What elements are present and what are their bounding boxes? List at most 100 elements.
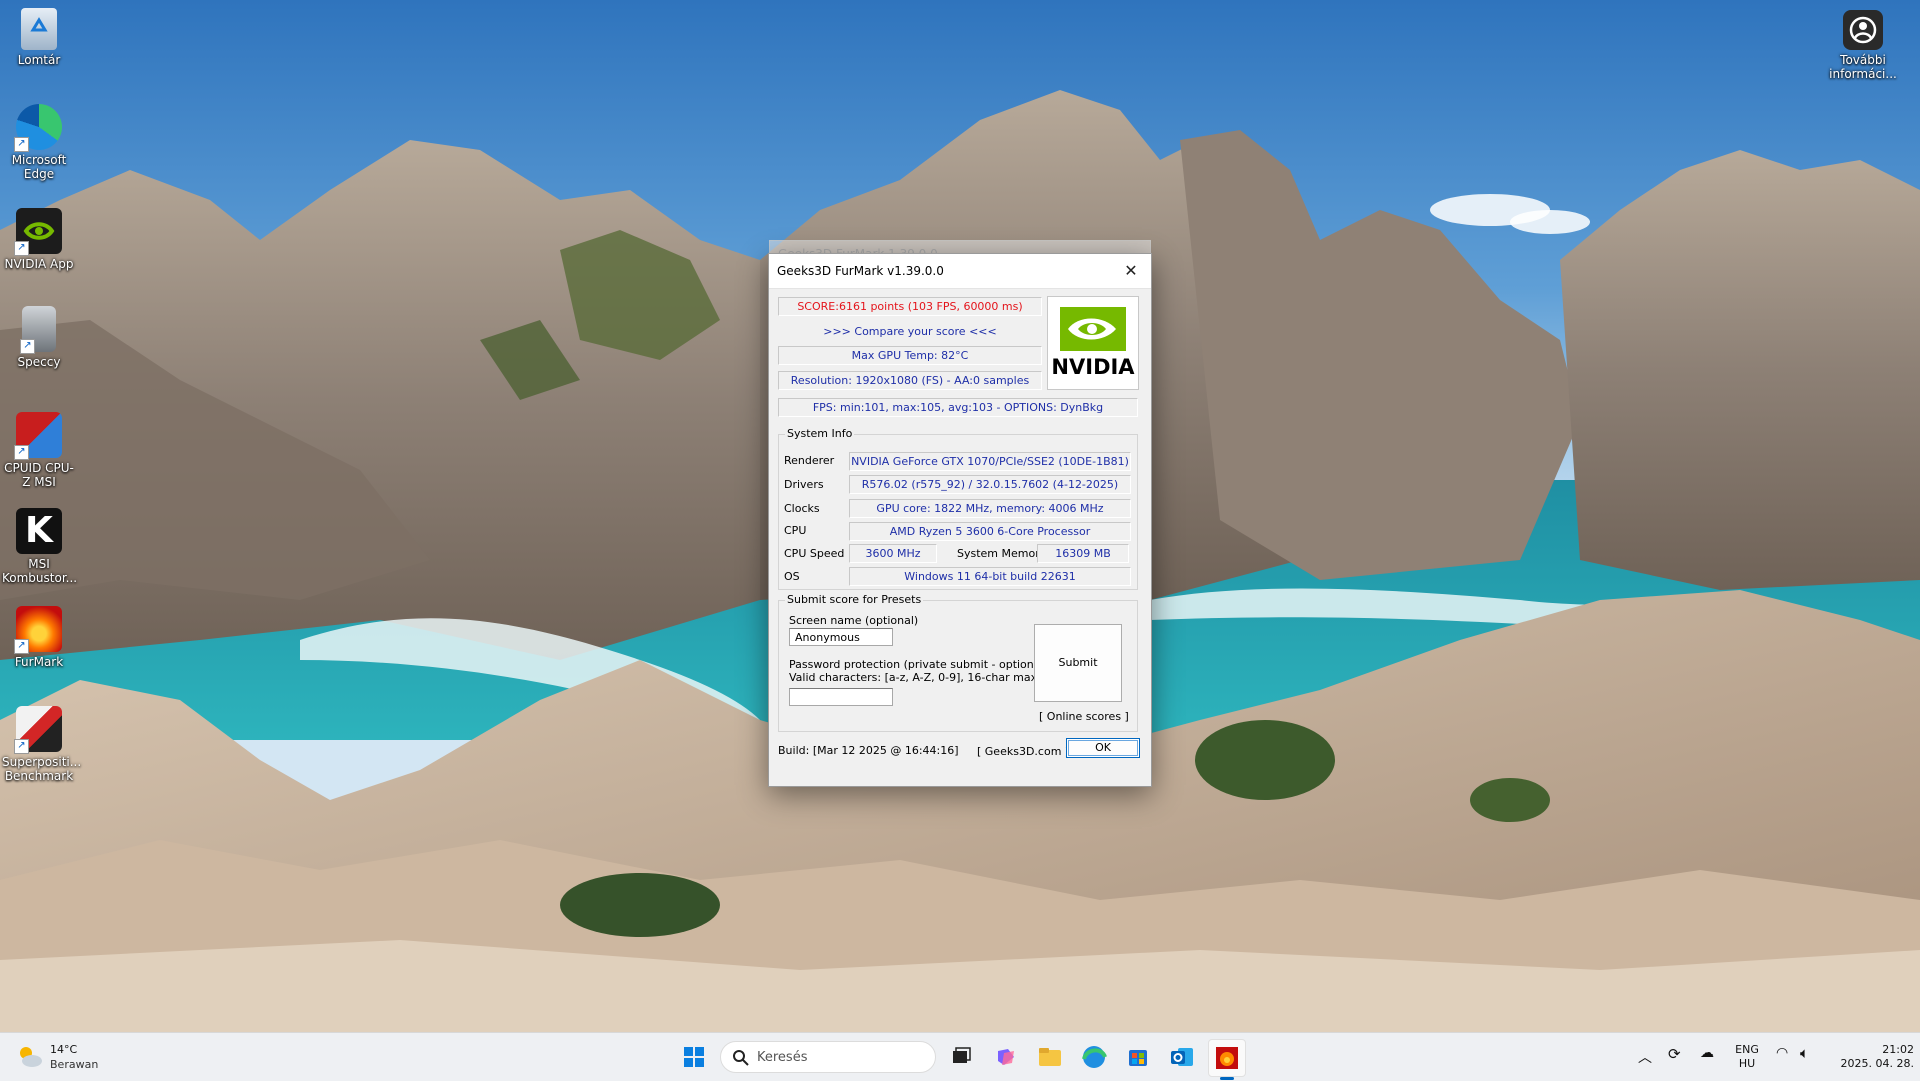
weather-temp: 14°C [50, 1043, 78, 1056]
nvidia-logo: NVIDIA [1047, 296, 1139, 390]
furmark-icon: ↗ [14, 606, 62, 654]
start-button[interactable] [676, 1039, 712, 1075]
password-input[interactable] [789, 688, 893, 706]
clocks-label: Clocks [784, 502, 820, 515]
outlook-icon [1171, 1048, 1193, 1066]
max-gpu-temp-field: Max GPU Temp: 82°C [778, 346, 1042, 365]
shortcut-arrow-icon: ↗ [14, 445, 29, 460]
kombustor-icon: K [16, 508, 62, 554]
dialog-title: Geeks3D FurMark v1.39.0.0 [777, 264, 944, 278]
desktop-icon-edge[interactable]: ↗ Microsoft Edge [2, 104, 76, 181]
clock[interactable]: 21:02 2025. 04. 28. [1824, 1043, 1914, 1071]
desktop-icon-label: Microsoft Edge [11, 153, 67, 181]
desktop-icon-more-info[interactable]: További informáci... [1823, 10, 1903, 81]
file-explorer-button[interactable] [1032, 1039, 1068, 1075]
drivers-field: R576.02 (r575_92) / 32.0.15.7602 (4-12-2… [849, 475, 1131, 494]
cpuz-icon: ↗ [14, 412, 62, 460]
nvidia-eye-icon [1060, 307, 1126, 351]
desktop-icon-label: További informáci... [1829, 53, 1897, 81]
dialog-titlebar[interactable]: Geeks3D FurMark v1.39.0.0 ✕ [769, 254, 1151, 289]
desktop-icon-cpuz[interactable]: ↗ CPUID CPU-Z MSI [2, 412, 76, 489]
furmark-results-dialog: Geeks3D FurMark v1.39.0.0 ✕ SCORE:6161 p… [768, 253, 1152, 787]
shortcut-arrow-icon: ↗ [14, 137, 29, 152]
search-placeholder: Keresés [757, 1050, 808, 1065]
superposition-icon: ↗ [14, 706, 62, 754]
task-view-button[interactable] [942, 1039, 978, 1075]
desktop-icon-superposition[interactable]: ↗ Superpositi... Benchmark [2, 706, 82, 783]
close-icon[interactable]: ✕ [1111, 254, 1151, 288]
submit-score-legend: Submit score for Presets [785, 593, 924, 606]
edge-taskbar-button[interactable] [1076, 1039, 1112, 1075]
desktop-icon-label: MSI Kombustor... [2, 557, 78, 585]
renderer-field: NVIDIA GeForce GTX 1070/PCIe/SSE2 (10DE-… [849, 452, 1131, 471]
volume-icon[interactable]: 🔈︎ [1800, 1044, 1809, 1062]
ok-button[interactable]: OK [1066, 738, 1140, 758]
desktop-icon-nvidia-app[interactable]: ↗ NVIDIA App [2, 208, 76, 271]
desktop-icon-recycle-bin[interactable]: Lomtár [2, 8, 76, 67]
compare-score-link[interactable]: >>> Compare your score <<< [778, 322, 1042, 341]
resolution-field: Resolution: 1920x1080 (FS) - AA:0 sample… [778, 371, 1042, 390]
folder-icon [1039, 1048, 1061, 1066]
desktop-icon-furmark[interactable]: ↗ FurMark [2, 606, 76, 669]
furmark-icon [1216, 1047, 1238, 1069]
store-button[interactable] [1120, 1039, 1156, 1075]
screen-name-input[interactable]: Anonymous [789, 628, 893, 646]
shortcut-arrow-icon: ↗ [20, 339, 35, 354]
wifi-icon[interactable]: ◠ [1776, 1045, 1788, 1061]
desktop-icon-label: Lomtár [17, 53, 61, 67]
windows-logo-icon [684, 1047, 704, 1067]
os-field: Windows 11 64-bit build 22631 [849, 567, 1131, 586]
cpu-label: CPU [784, 524, 807, 537]
clock-date: 2025. 04. 28. [1840, 1057, 1914, 1070]
cpu-speed-label: CPU Speed [784, 547, 845, 560]
taskbar: 14°C Berawan Keresés ︿ ⟳ ☁ ENG HU ◠ 🔈︎ 2… [0, 1032, 1920, 1081]
shortcut-arrow-icon: ↗ [14, 639, 29, 654]
keyboard-layout: HU [1738, 1057, 1756, 1070]
copilot-button[interactable] [988, 1039, 1024, 1075]
clock-time: 21:02 [1882, 1043, 1914, 1056]
show-hidden-icons-chevron-icon[interactable]: ︿ [1638, 1047, 1652, 1067]
renderer-label: Renderer [784, 454, 835, 467]
cpu-speed-field: 3600 MHz [849, 544, 937, 563]
clocks-field: GPU core: 1822 MHz, memory: 4006 MHz [849, 499, 1131, 518]
score-field: SCORE:6161 points (103 FPS, 60000 ms) [778, 297, 1042, 316]
desktop-icon-label: Speccy [17, 355, 61, 369]
speccy-icon: ↗ [20, 306, 56, 354]
screen-name-label: Screen name (optional) [789, 614, 919, 627]
geeks3d-link[interactable]: [ Geeks3D.com ] [977, 745, 1069, 758]
submit-button[interactable]: Submit [1034, 624, 1122, 702]
weather-desc: Berawan [50, 1058, 99, 1071]
furmark-taskbar-button[interactable] [1208, 1039, 1246, 1080]
weather-widget[interactable]: 14°C Berawan [14, 1041, 114, 1075]
cloudy-weather-icon [20, 1047, 42, 1067]
shortcut-arrow-icon: ↗ [14, 739, 29, 754]
desktop-icon-label: FurMark [14, 655, 64, 669]
task-view-icon [953, 1047, 971, 1063]
taskbar-search-box[interactable]: Keresés [720, 1041, 936, 1073]
desktop-icon-kombustor[interactable]: K MSI Kombustor... [2, 508, 78, 585]
edge-icon [1082, 1046, 1107, 1068]
language-code: ENG [1735, 1043, 1759, 1056]
copilot-icon [998, 1049, 1014, 1065]
info-camera-icon [1843, 10, 1883, 50]
shortcut-arrow-icon: ↗ [14, 241, 29, 256]
sync-icon[interactable]: ⟳ [1668, 1045, 1681, 1063]
desktop-icon-label: Superpositi... Benchmark [2, 755, 82, 783]
language-indicator[interactable]: ENG HU [1730, 1043, 1764, 1071]
outlook-button[interactable] [1164, 1039, 1200, 1075]
password-label: Password protection (private submit - op… [789, 658, 1048, 671]
password-hint: Valid characters: [a-z, A-Z, 0-9], 16-ch… [789, 671, 1038, 684]
online-scores-link[interactable]: [ Online scores ] [1039, 710, 1129, 723]
desktop-icon-label: CPUID CPU-Z MSI [4, 461, 74, 489]
onedrive-offline-icon[interactable]: ☁ [1700, 1045, 1714, 1061]
drivers-label: Drivers [784, 478, 824, 491]
desktop-icon-speccy[interactable]: ↗ Speccy [2, 306, 76, 369]
desktop-icon-label: NVIDIA App [4, 257, 74, 271]
system-memory-field: 16309 MB [1037, 544, 1129, 563]
fps-field: FPS: min:101, max:105, avg:103 - OPTIONS… [778, 398, 1138, 417]
nvidia-icon: ↗ [14, 208, 62, 256]
os-label: OS [784, 570, 800, 583]
recycle-bin-icon [21, 8, 57, 50]
build-info: Build: [Mar 12 2025 @ 16:44:16] [778, 744, 959, 757]
system-info-legend: System Info [785, 427, 855, 440]
